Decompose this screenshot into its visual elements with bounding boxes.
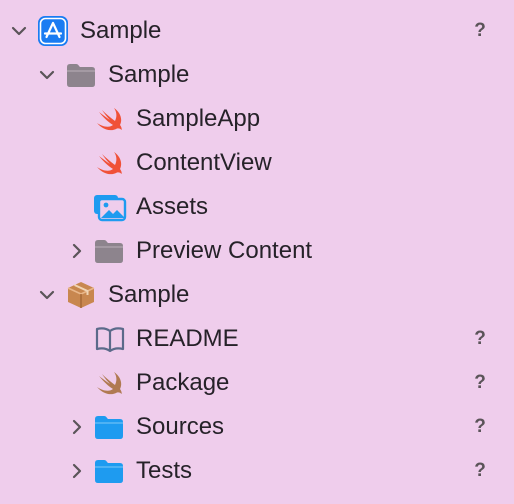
tree-row-sample-group[interactable]: Sample (0, 53, 514, 97)
blue-folder-icon (95, 416, 123, 439)
source-control-status: ? (474, 460, 486, 481)
swift-package-icon (97, 372, 122, 395)
folder-icon (95, 240, 123, 263)
tree-row-sample-package[interactable]: Sample (0, 273, 514, 317)
app-store-project-icon (38, 16, 68, 46)
tree-row-package[interactable]: Package ? (0, 361, 514, 405)
source-control-status: ? (474, 372, 486, 393)
tree-item-label: Sample (80, 17, 162, 44)
tree-row-contentview[interactable]: ContentView (0, 141, 514, 185)
tree-row-sources[interactable]: Sources ? (0, 405, 514, 449)
swift-icon (97, 108, 122, 131)
chevron-right-icon[interactable] (67, 461, 87, 481)
chevron-right-icon[interactable] (67, 417, 87, 437)
tree-item-label: Package (136, 369, 230, 396)
blue-folder-icon (95, 460, 123, 483)
tree-item-label: Sample (108, 281, 190, 308)
tree-item-label: ContentView (136, 149, 272, 176)
book-icon (95, 327, 125, 353)
chevron-down-icon[interactable] (37, 65, 57, 85)
package-icon (67, 282, 95, 308)
tree-item-label: Tests (136, 457, 193, 484)
folder-icon (67, 64, 95, 87)
tree-item-label: Sample (108, 61, 190, 88)
source-control-status: ? (474, 416, 486, 437)
tree-row-readme[interactable]: README ? (0, 317, 514, 361)
tree-item-label: SampleApp (136, 105, 261, 132)
tree-item-label: Assets (136, 193, 209, 220)
tree-item-label: Sources (136, 413, 225, 440)
chevron-down-icon[interactable] (37, 285, 57, 305)
tree-row-assets[interactable]: Assets (0, 185, 514, 229)
chevron-down-icon[interactable] (9, 21, 29, 41)
asset-catalog-icon (94, 195, 127, 222)
tree-item-label: Preview Content (136, 237, 313, 264)
project-navigator: Sample ? Sample SampleApp ContentView As… (0, 0, 514, 504)
swift-icon (97, 152, 122, 175)
tree-row-preview-content[interactable]: Preview Content (0, 229, 514, 273)
tree-row-sampleapp[interactable]: SampleApp (0, 97, 514, 141)
tree-row-project[interactable]: Sample ? (0, 9, 514, 53)
tree-item-label: README (136, 325, 239, 352)
tree-row-tests[interactable]: Tests ? (0, 449, 514, 493)
source-control-status: ? (474, 328, 486, 349)
chevron-right-icon[interactable] (67, 241, 87, 261)
source-control-status: ? (474, 20, 486, 41)
